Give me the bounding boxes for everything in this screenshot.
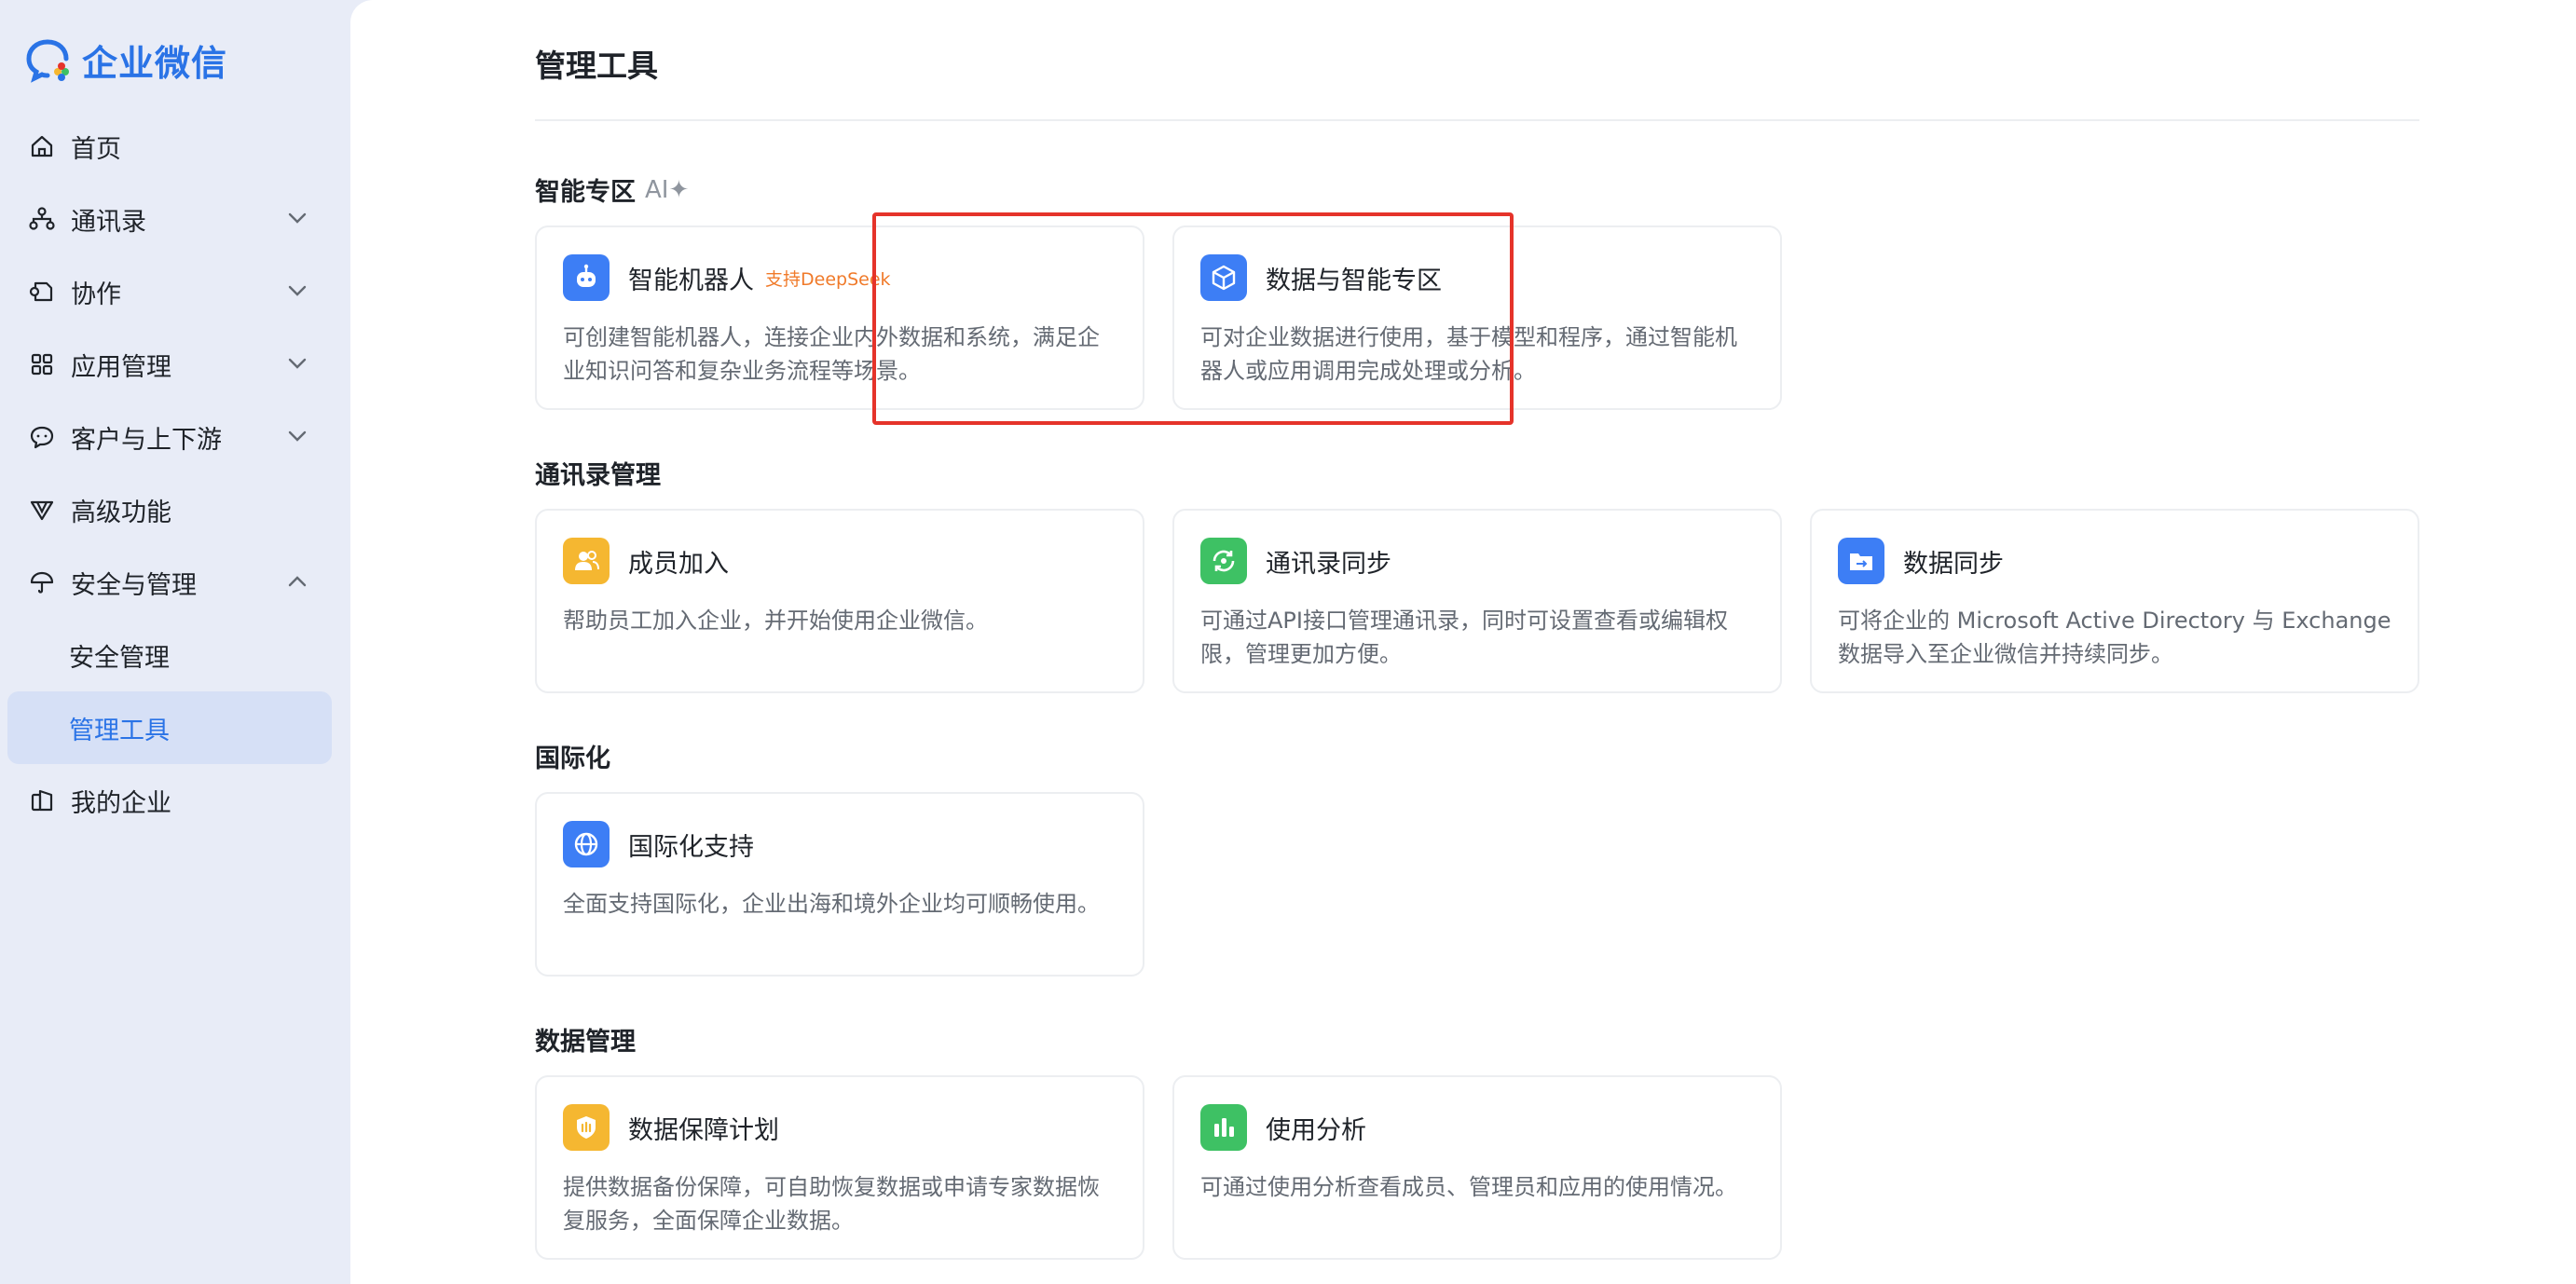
v-icon	[28, 496, 56, 524]
card-title: 数据同步	[1903, 549, 2004, 579]
sidebar-item-home[interactable]: 首页	[7, 110, 332, 183]
card-title: 智能机器人	[628, 266, 754, 295]
section-title-text: 通讯录管理	[535, 461, 661, 490]
chevron-down-icon[interactable]	[285, 424, 309, 448]
sidebar-item-label: 首页	[71, 134, 121, 164]
bar-chart-icon	[1200, 1104, 1247, 1151]
collaboration-icon	[28, 278, 56, 306]
section-title-data-management: 数据管理	[535, 1021, 636, 1058]
sidebar-item-label: 安全与管理	[71, 570, 197, 600]
wecom-logo-icon	[22, 34, 73, 85]
card-description: 可将企业的 Microsoft Active Directory 与 Excha…	[1838, 608, 2391, 667]
umbrella-icon	[28, 568, 56, 596]
sidebar-item-label: 协作	[71, 280, 121, 309]
sidebar-item-my-enterprise[interactable]: 我的企业	[7, 764, 332, 837]
card-title: 通讯录同步	[1266, 549, 1391, 579]
sidebar-item-security-management[interactable]: 安全管理	[7, 619, 332, 691]
sidebar-item-customers[interactable]: 客户与上下游	[7, 401, 332, 473]
org-chart-icon	[28, 205, 56, 233]
sidebar-item-label: 应用管理	[71, 352, 171, 382]
highlight-box	[872, 212, 1514, 425]
sidebar-item-label: 高级功能	[71, 498, 171, 527]
page-title: 管理工具	[535, 48, 658, 84]
folder-icon	[1838, 538, 1884, 584]
card-member-join[interactable]: 成员加入 帮助员工加入企业，并开始使用企业微信。	[535, 509, 1144, 693]
card-contacts-sync[interactable]: 通讯录同步 可通过API接口管理通讯录，同时可设置查看或编辑权限，管理更加方便。	[1172, 509, 1782, 693]
card-title: 成员加入	[628, 549, 729, 579]
card-data-sync[interactable]: 数据同步 可将企业的 Microsoft Active Directory 与 …	[1810, 509, 2419, 693]
section-title-i18n: 国际化	[535, 738, 610, 774]
sidebar-item-app-management[interactable]: 应用管理	[7, 328, 332, 401]
sidebar: 企业微信 首页 通讯录 协作 应用管理 客户与上下游 高级功能 安全与管理 安全…	[0, 0, 350, 1284]
section-title-text: 国际化	[535, 744, 610, 773]
chevron-up-icon[interactable]	[285, 569, 309, 594]
sidebar-item-security-management-group[interactable]: 安全与管理	[7, 546, 332, 619]
sidebar-item-label: 安全管理	[69, 643, 170, 673]
building-icon	[28, 786, 56, 814]
card-description: 可通过API接口管理通讯录，同时可设置查看或编辑权限，管理更加方便。	[1200, 608, 1728, 667]
card-description: 提供数据备份保障，可自助恢复数据或申请专家数据恢复服务，全面保障企业数据。	[563, 1174, 1100, 1234]
section-title-contacts: 通讯录管理	[535, 455, 661, 491]
sidebar-item-label: 我的企业	[71, 788, 171, 818]
section-title-ai: 智能专区 AI✦	[535, 171, 689, 208]
sidebar-nav: 首页 通讯录 协作 应用管理 客户与上下游 高级功能 安全与管理 安全管理 管理…	[7, 110, 332, 837]
sidebar-item-label: 通讯录	[71, 207, 146, 237]
section-title-text: 数据管理	[535, 1028, 636, 1057]
brand-logo[interactable]: 企业微信	[22, 34, 227, 86]
card-usage-analysis[interactable]: 使用分析 可通过使用分析查看成员、管理员和应用的使用情况。	[1172, 1075, 1782, 1260]
chat-bubble-icon	[28, 423, 56, 451]
members-icon	[563, 538, 610, 584]
sidebar-item-management-tools[interactable]: 管理工具	[7, 691, 332, 764]
brand-name: 企业微信	[82, 42, 228, 84]
globe-icon	[563, 821, 610, 867]
section-title-text: 智能专区	[535, 178, 636, 207]
chevron-down-icon[interactable]	[285, 279, 309, 303]
sync-icon	[1200, 538, 1247, 584]
divider	[535, 119, 2419, 121]
card-description: 帮助员工加入企业，并开始使用企业微信。	[563, 608, 988, 634]
card-title: 数据保障计划	[628, 1115, 779, 1145]
chevron-down-icon[interactable]	[285, 351, 309, 376]
chevron-down-icon[interactable]	[285, 206, 309, 230]
sidebar-item-label: 管理工具	[69, 716, 170, 745]
home-icon	[28, 132, 56, 160]
grid-icon	[28, 350, 56, 378]
sidebar-item-collaboration[interactable]: 协作	[7, 255, 332, 328]
card-title: 国际化支持	[628, 832, 754, 862]
ai-tag: AI✦	[645, 175, 690, 204]
shield-icon	[563, 1104, 610, 1151]
card-description: 可通过使用分析查看成员、管理员和应用的使用情况。	[1200, 1174, 1737, 1200]
sidebar-item-label: 客户与上下游	[71, 425, 222, 455]
sidebar-item-advanced[interactable]: 高级功能	[7, 473, 332, 546]
card-description: 全面支持国际化，企业出海和境外企业均可顺畅使用。	[563, 891, 1100, 917]
card-i18n-support[interactable]: 国际化支持 全面支持国际化，企业出海和境外企业均可顺畅使用。	[535, 792, 1144, 977]
card-title: 使用分析	[1266, 1115, 1366, 1145]
main-content: 管理工具 智能专区 AI✦ 智能机器人 支持DeepSeek 可创建智能机器人，…	[350, 0, 2576, 1284]
sidebar-item-contacts[interactable]: 通讯录	[7, 183, 332, 255]
card-data-protection-plan[interactable]: 数据保障计划 提供数据备份保障，可自助恢复数据或申请专家数据恢复服务，全面保障企…	[535, 1075, 1144, 1260]
robot-icon	[563, 254, 610, 301]
app-window: 企业微信 首页 通讯录 协作 应用管理 客户与上下游 高级功能 安全与管理 安全…	[0, 0, 2576, 1284]
